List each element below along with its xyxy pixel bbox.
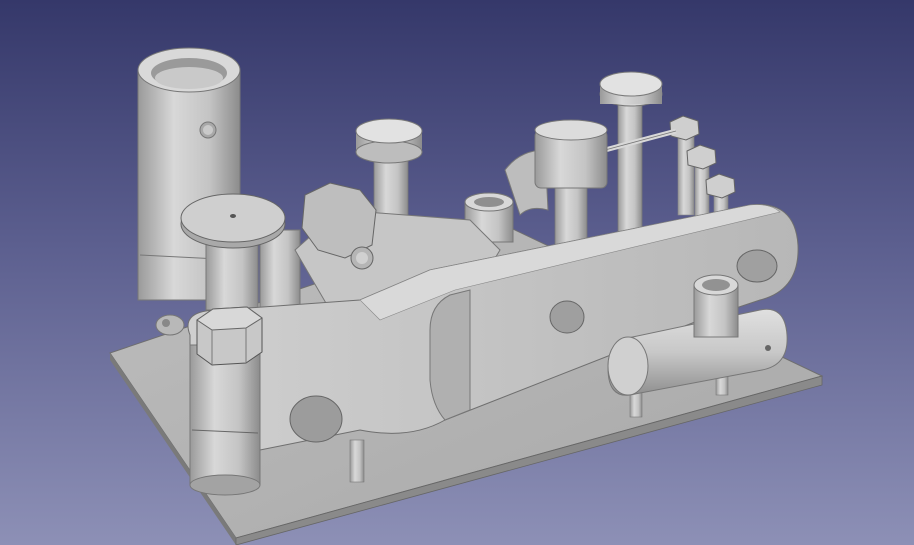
- beam-riser[interactable]: [429, 289, 471, 421]
- support-post[interactable]: [349, 439, 365, 483]
- round-plate[interactable]: [180, 193, 286, 249]
- hex-nut-front[interactable]: [196, 306, 263, 366]
- 3d-viewport[interactable]: [0, 0, 914, 545]
- side-cylinder-neck[interactable]: [693, 274, 739, 338]
- rear-pin-knob[interactable]: [599, 71, 663, 241]
- cad-model-scene[interactable]: [0, 0, 914, 545]
- hex-nut-small[interactable]: [669, 115, 736, 221]
- front-lower-cylinder[interactable]: [189, 344, 261, 496]
